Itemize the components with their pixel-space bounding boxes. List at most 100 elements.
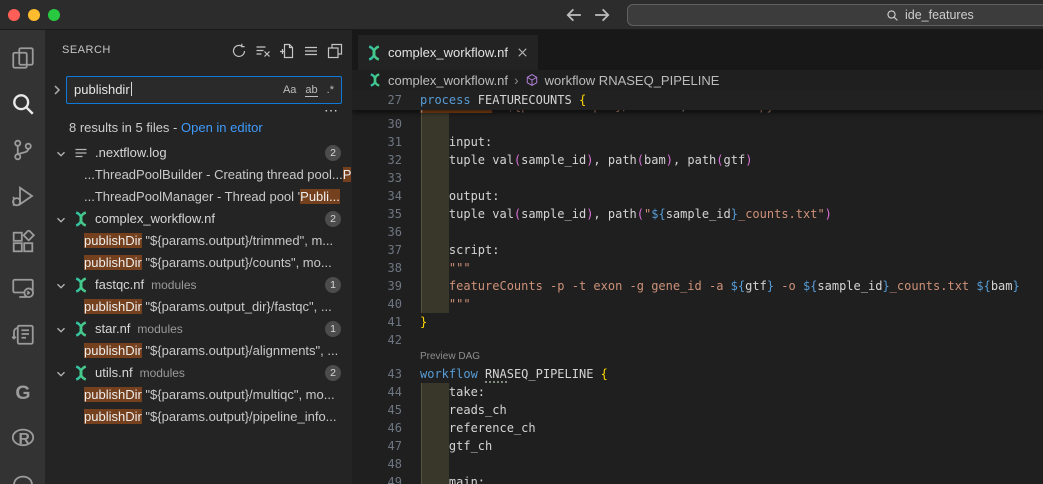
code-line[interactable]: 43workflow RNASEQ_PIPELINE { [352, 365, 1043, 383]
file-result-row[interactable]: complex_workflow.nf2 [45, 208, 352, 230]
gitlens-icon[interactable]: G [0, 369, 45, 415]
line-number[interactable]: 42 [352, 331, 402, 349]
explorer-icon[interactable] [0, 35, 45, 81]
tab-complex-workflow[interactable]: complex_workflow.nf [358, 35, 538, 70]
line-number[interactable]: 46 [352, 419, 402, 437]
match-result-row[interactable]: publishDir "${params.output_dir}/fastqc"… [45, 296, 352, 318]
code-line[interactable]: 47 gtf_ch [352, 437, 1043, 455]
minimize-button[interactable] [28, 9, 40, 21]
tasks-icon[interactable] [0, 311, 45, 357]
code-line[interactable]: 40 """ [352, 295, 1043, 313]
match-result-row[interactable]: publishDir "${params.output}/multiqc", m… [45, 384, 352, 406]
close-button[interactable] [8, 9, 20, 21]
code-line[interactable]: 33 [352, 169, 1043, 187]
open-in-editor-panel-icon[interactable] [325, 41, 345, 61]
remote-explorer-icon[interactable] [0, 265, 45, 311]
match-result-row[interactable]: publishDir "${params.output}/pipeline_in… [45, 406, 352, 428]
match-result-row[interactable]: publishDir "${params.output}/trimmed", m… [45, 230, 352, 252]
line-number[interactable]: 37 [352, 241, 402, 259]
code-text: reference_ch [420, 419, 536, 437]
chevron-down-icon[interactable] [54, 322, 68, 336]
line-number[interactable]: 27 [352, 90, 402, 110]
sticky-scroll-line[interactable]: 27process FEATURECOUNTS { [352, 90, 1043, 110]
line-number[interactable]: 40 [352, 295, 402, 313]
line-number[interactable]: 47 [352, 437, 402, 455]
line-number[interactable]: 48 [352, 455, 402, 473]
match-result-row[interactable]: publishDir "${params.output}/counts", mo… [45, 252, 352, 274]
run-debug-icon[interactable] [0, 173, 45, 219]
code-line[interactable]: 32 tuple val(sample_id), path(bam), path… [352, 151, 1043, 169]
refresh-icon[interactable] [229, 41, 249, 61]
extensions-icon[interactable] [0, 219, 45, 265]
nextflow-file-icon [73, 321, 89, 337]
forward-icon[interactable] [592, 5, 612, 25]
file-result-row[interactable]: star.nfmodules1 [45, 318, 352, 340]
code-line[interactable]: 38 """ [352, 259, 1043, 277]
code-line[interactable]: 48 [352, 455, 1043, 473]
match-case-toggle[interactable]: Aa [283, 84, 296, 96]
line-number[interactable]: 44 [352, 383, 402, 401]
zoom-button[interactable] [48, 9, 60, 21]
source-control-icon[interactable] [0, 127, 45, 173]
file-result-row[interactable]: utils.nfmodules2 [45, 362, 352, 384]
chevron-down-icon[interactable] [54, 212, 68, 226]
breadcrumb-file[interactable]: complex_workflow.nf [388, 73, 508, 88]
back-icon[interactable] [564, 5, 584, 25]
line-number[interactable]: 34 [352, 187, 402, 205]
code-line[interactable]: 34 output: [352, 187, 1043, 205]
codelens-preview-dag[interactable]: Preview DAG [352, 349, 1043, 365]
code-line[interactable]: 31 input: [352, 133, 1043, 151]
search-icon [886, 9, 899, 22]
line-number[interactable]: 45 [352, 401, 402, 419]
code-line[interactable]: 49 main: [352, 473, 1043, 484]
code-line[interactable]: 39 featureCounts -p -t exon -g gene_id -… [352, 277, 1043, 295]
collapse-all-icon[interactable] [301, 41, 321, 61]
partial-extension-icon[interactable] [0, 461, 45, 484]
line-number[interactable]: 41 [352, 313, 402, 331]
clear-results-icon[interactable] [253, 41, 273, 61]
file-result-row[interactable]: .nextflow.log2 [45, 142, 352, 164]
code-line[interactable]: 35 tuple val(sample_id), path("${sample_… [352, 205, 1043, 223]
code-line[interactable]: 44 take: [352, 383, 1043, 401]
line-number[interactable]: 39 [352, 277, 402, 295]
line-number[interactable]: 32 [352, 151, 402, 169]
toggle-search-details-icon[interactable]: ⋯ [324, 102, 339, 119]
search-icon[interactable] [0, 81, 45, 127]
match-result-row[interactable]: publishDir "${params.output}/alignments"… [45, 340, 352, 362]
search-input[interactable]: publishdir Aa ab .* [66, 76, 342, 104]
toggle-replace-chevron-icon[interactable] [49, 82, 65, 98]
match-context: "${params.output}/multiqc", mo... [142, 387, 335, 402]
match-result-row[interactable]: ...ThreadPoolBuilder - Creating thread p… [45, 164, 352, 186]
chevron-down-icon[interactable] [54, 146, 68, 160]
line-number[interactable]: 35 [352, 205, 402, 223]
code-line[interactable]: 30 [352, 115, 1043, 133]
line-number[interactable]: 36 [352, 223, 402, 241]
line-number[interactable]: 33 [352, 169, 402, 187]
code-token: sample_id [521, 153, 586, 167]
chevron-down-icon[interactable] [54, 366, 68, 380]
line-number[interactable]: 31 [352, 133, 402, 151]
open-in-editor-link[interactable]: Open in editor [181, 120, 263, 135]
code-line[interactable]: 46 reference_ch [352, 419, 1043, 437]
match-result-row[interactable]: ...ThreadPoolManager - Thread pool 'Publ… [45, 186, 352, 208]
line-number[interactable]: 38 [352, 259, 402, 277]
r-language-icon[interactable]: R [0, 415, 45, 461]
file-result-row[interactable]: fastqc.nfmodules1 [45, 274, 352, 296]
breadcrumb-symbol[interactable]: workflow RNASEQ_PIPELINE [545, 73, 720, 88]
code-line[interactable]: 42 [352, 331, 1043, 349]
command-center-label: ide_features [886, 5, 974, 25]
line-number[interactable]: 49 [352, 473, 402, 484]
command-center[interactable]: ide_features [627, 4, 1043, 26]
regex-toggle[interactable]: .* [327, 84, 334, 96]
code-line[interactable]: 37 script: [352, 241, 1043, 259]
chevron-down-icon[interactable] [54, 278, 68, 292]
code-area[interactable]: 27process FEATURECOUNTS {publishDir "${p… [352, 90, 1043, 484]
code-line[interactable]: 41} [352, 313, 1043, 331]
line-number[interactable]: 30 [352, 115, 402, 133]
close-icon[interactable] [515, 45, 530, 60]
new-search-editor-icon[interactable] [277, 41, 297, 61]
code-line[interactable]: 36 [352, 223, 1043, 241]
whole-word-toggle[interactable]: ab [305, 84, 317, 97]
line-number[interactable]: 43 [352, 365, 402, 383]
code-line[interactable]: 45 reads_ch [352, 401, 1043, 419]
